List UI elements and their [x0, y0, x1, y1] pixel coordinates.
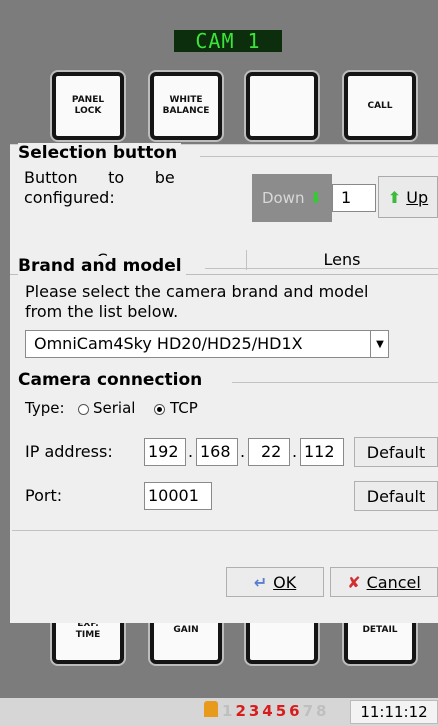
panel-lock-button[interactable]: PANEL LOCK [52, 72, 124, 140]
group-border [200, 156, 438, 157]
cancel-button[interactable]: ✘ Cancel [330, 567, 438, 597]
brand-instruction-line2: from the list below. [25, 302, 179, 321]
check-icon: ↵ [253, 572, 268, 592]
up-label: Up [406, 187, 429, 207]
camera-model-select[interactable]: OmniCam4Sky HD20/HD25/HD1X [25, 330, 389, 358]
tab-lens[interactable]: Lens [247, 246, 437, 274]
channel-indicators: 12345678 [222, 702, 330, 720]
ip-dot: . [292, 442, 298, 461]
inactive-channels: 78 [302, 702, 330, 720]
ip-default-button[interactable]: Default [354, 437, 438, 467]
tcp-label: TCP [170, 399, 198, 417]
cancel-label: Cancel [366, 572, 421, 592]
selection-group-title: Selection button [18, 143, 182, 163]
serial-label: Serial [93, 399, 136, 417]
port-default-button[interactable]: Default [354, 481, 438, 511]
connection-group-title: Camera connection [18, 370, 207, 390]
call-label: CALL [367, 100, 393, 111]
ip-octet-4-field[interactable]: 112 [300, 438, 344, 466]
down-label: Down [261, 189, 305, 207]
serial-radio[interactable] [78, 404, 89, 415]
ip-dot: . [240, 442, 246, 461]
ip-address-label: IP address: [25, 442, 113, 461]
clock: 11:11:12 [350, 700, 438, 724]
ip-octet-1-field[interactable]: 192 [144, 438, 186, 466]
gain-label: GAIN [173, 624, 199, 635]
port-field[interactable]: 10001 [144, 482, 212, 510]
cancel-icon: ✘ [347, 572, 361, 592]
ok-button[interactable]: ↵ OK [226, 567, 324, 597]
active-channels: 23456 [235, 702, 303, 720]
notification-icon [204, 701, 218, 717]
down-button[interactable]: Down ⬇ [252, 174, 332, 222]
group-border [205, 268, 438, 269]
button-configured-label-line1: Button to be [24, 168, 175, 187]
inactive-channel-prefix: 1 [222, 702, 236, 720]
ip-octet-2-field[interactable]: 168 [196, 438, 238, 466]
port-label: Port: [25, 486, 63, 505]
button-number-field[interactable]: 1 [332, 184, 376, 212]
brand-group-title: Brand and model [18, 256, 186, 276]
white-balance-button[interactable]: WHITE BALANCE [150, 72, 222, 140]
ok-label: OK [273, 572, 297, 592]
detail-label: DETAIL [362, 624, 398, 635]
up-button[interactable]: ⬆ Up [378, 176, 438, 218]
panel-lock-label: PANEL LOCK [71, 95, 105, 116]
white-balance-label: WHITE BALANCE [162, 95, 210, 116]
camera-display: CAM 1 [174, 30, 282, 52]
ip-dot: . [188, 442, 194, 461]
ip-octet-3-field[interactable]: 22 [248, 438, 290, 466]
brand-instruction-line1: Please select the camera brand and model [25, 282, 369, 301]
arrow-up-icon: ⬆ [387, 187, 402, 207]
blank-button-top[interactable] [246, 72, 318, 140]
type-label: Type: [25, 399, 65, 417]
call-button[interactable]: CALL [344, 72, 416, 140]
arrow-down-icon: ⬇ [309, 189, 323, 207]
dialog-divider [12, 530, 438, 531]
tcp-radio[interactable] [154, 404, 165, 415]
button-configured-label-line2: configured: [24, 188, 115, 207]
chevron-down-icon[interactable]: ▼ [370, 331, 389, 357]
group-border [232, 382, 438, 383]
